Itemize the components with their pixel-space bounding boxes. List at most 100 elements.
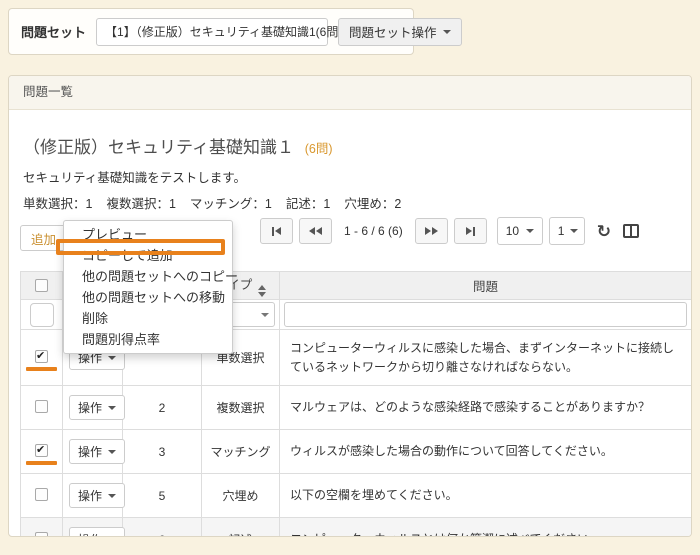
row-checkbox[interactable]: [35, 532, 48, 537]
refresh-icon[interactable]: ↻: [597, 223, 611, 240]
columns-icon[interactable]: [623, 224, 639, 238]
checkbox-filter-box[interactable]: [30, 303, 54, 327]
menu-item[interactable]: 他の問題セットへの移動: [64, 287, 232, 308]
question-count-badge: (6問): [305, 142, 333, 156]
row-checkbox[interactable]: [35, 444, 48, 457]
row-action-button[interactable]: 操作: [69, 483, 125, 508]
row-id-cell: 3: [123, 430, 202, 474]
row-id-cell: 5: [123, 474, 202, 518]
row-type-cell: 記述: [202, 518, 280, 537]
menu-item[interactable]: 問題別得点率: [64, 329, 232, 350]
chevron-down-icon: [108, 356, 116, 360]
question-set-select-value: 【1】（修正版）セキュリティ基礎知識1(6問): [105, 23, 342, 40]
row-action-cell: 操作: [63, 386, 123, 430]
page-size-value: 10: [506, 224, 519, 238]
last-page-icon: [466, 227, 472, 235]
chevron-down-icon: [526, 229, 534, 233]
app-screen: 問題セット 【1】（修正版）セキュリティ基礎知識1(6問) 問題セット操作 問題…: [0, 0, 700, 555]
select-all-checkbox[interactable]: [35, 279, 48, 292]
table-row: 操作 5穴埋め以下の空欄を埋めてください。: [21, 474, 692, 518]
question-set-description: セキュリティ基礎知識をテストします。: [20, 167, 682, 186]
row-action-button[interactable]: 操作: [69, 527, 125, 537]
row-checkbox-cell: [21, 518, 63, 537]
row-action-button[interactable]: 操作: [69, 439, 125, 464]
page-number-select[interactable]: 1: [549, 217, 585, 245]
row-question-cell: コンピューターウィルスに感染した場合、まずインターネットに接続しているネットワー…: [280, 330, 692, 386]
table-row: 操作2複数選択マルウェアは、どのような感染経路で感染することがありますか？: [21, 386, 692, 430]
menu-item[interactable]: コピーして追加: [64, 245, 232, 266]
question-set-title: （修正版）セキュリティ基礎知識１ (6問): [20, 133, 682, 158]
row-action-cell: 操作: [63, 518, 123, 537]
stat-item: 複数選択：1: [106, 197, 175, 211]
prev-page-button[interactable]: [299, 218, 332, 244]
question-filter-cell: [280, 300, 692, 330]
add-question-button[interactable]: 追加: [20, 225, 67, 251]
select-all-header-cell: [21, 272, 63, 300]
page-size-select[interactable]: 10: [497, 217, 543, 245]
menu-item[interactable]: 他の問題セットへのコピー: [64, 266, 232, 287]
chevron-down-icon: [443, 30, 451, 34]
chevron-down-icon: [108, 406, 116, 410]
row-action-label: 操作: [78, 487, 102, 504]
next-page-button[interactable]: [415, 218, 448, 244]
row-action-label: 操作: [78, 399, 102, 416]
add-question-label: 追加: [31, 229, 56, 248]
question-set-operations-label: 問題セット操作: [349, 22, 437, 41]
row-action-cell: 操作: [63, 430, 123, 474]
page-range-label: 1 - 6 / 6 (6): [344, 224, 403, 238]
question-type-stats: 単数選択：1 複数選択：1 マッチング：1 記述：1 穴埋め：2: [20, 193, 682, 212]
row-action-label: 操作: [78, 443, 102, 460]
checkbox-filter-cell: [21, 300, 63, 330]
question-set-operations-button[interactable]: 問題セット操作: [338, 18, 462, 46]
row-question-cell: 以下の空欄を埋めてください。: [280, 474, 692, 518]
row-checkbox[interactable]: [35, 488, 48, 501]
row-checkbox-cell: [21, 330, 63, 386]
table-row: 操作6記述コンピューターウィルスとは何か簡潔に述べてください。: [21, 518, 692, 537]
chevron-down-icon: [108, 494, 116, 498]
row-action-cell: 操作: [63, 474, 123, 518]
question-column-header: 問題: [280, 272, 692, 300]
row-type-cell: マッチング: [202, 430, 280, 474]
sort-icon[interactable]: [258, 285, 266, 297]
row-type-cell: 複数選択: [202, 386, 280, 430]
annotated-checkbox-wrap: [35, 350, 48, 363]
last-page-button[interactable]: [454, 218, 487, 244]
row-id-cell: 6: [123, 518, 202, 537]
question-filter-input[interactable]: [284, 302, 687, 327]
checkbox-wrap: [35, 532, 48, 537]
question-header-label: 問題: [473, 280, 498, 294]
question-set-title-text: （修正版）セキュリティ基礎知識１: [23, 138, 294, 157]
checkbox-wrap: [35, 400, 48, 413]
pagination: 1 - 6 / 6 (6) 10 1 ↻: [260, 217, 639, 245]
checkbox-wrap: [35, 488, 48, 501]
annotated-checkbox-wrap: [35, 444, 48, 457]
page-number-value: 1: [558, 224, 565, 238]
row-checkbox[interactable]: [35, 400, 48, 413]
chevron-down-icon: [570, 229, 578, 233]
chevron-down-icon: [261, 313, 269, 317]
first-page-button[interactable]: [260, 218, 293, 244]
row-checkbox-cell: [21, 474, 63, 518]
menu-item[interactable]: プレビュー: [64, 224, 232, 245]
first-page-icon: [272, 227, 274, 236]
row-type-cell: 穴埋め: [202, 474, 280, 518]
next-page-icon: [425, 227, 431, 235]
row-action-button[interactable]: 操作: [69, 395, 125, 420]
row-id-cell: 2: [123, 386, 202, 430]
menu-item[interactable]: 削除: [64, 308, 232, 329]
stat-item: 穴埋め：2: [344, 197, 401, 211]
stat-item: マッチング：1: [190, 197, 272, 211]
stat-item: 単数選択：1: [23, 197, 92, 211]
row-action-label: 操作: [78, 531, 102, 537]
table-row: 操作 3マッチングウィルスが感染した場合の動作について回答してください。: [21, 430, 692, 474]
chevron-down-icon: [108, 450, 116, 454]
row-question-cell: ウィルスが感染した場合の動作について回答してください。: [280, 430, 692, 474]
row-checkbox[interactable]: [35, 350, 48, 363]
question-operations-menu: プレビューコピーして追加他の問題セットへのコピー他の問題セットへの移動削除問題別…: [63, 220, 233, 354]
row-checkbox-cell: [21, 386, 63, 430]
prev-page-icon: [309, 227, 315, 235]
panel-heading: 問題一覧: [9, 76, 691, 110]
row-checkbox-cell: [21, 430, 63, 474]
stat-item: 記述：1: [286, 197, 330, 211]
question-set-select[interactable]: 【1】（修正版）セキュリティ基礎知識1(6問): [96, 18, 328, 46]
